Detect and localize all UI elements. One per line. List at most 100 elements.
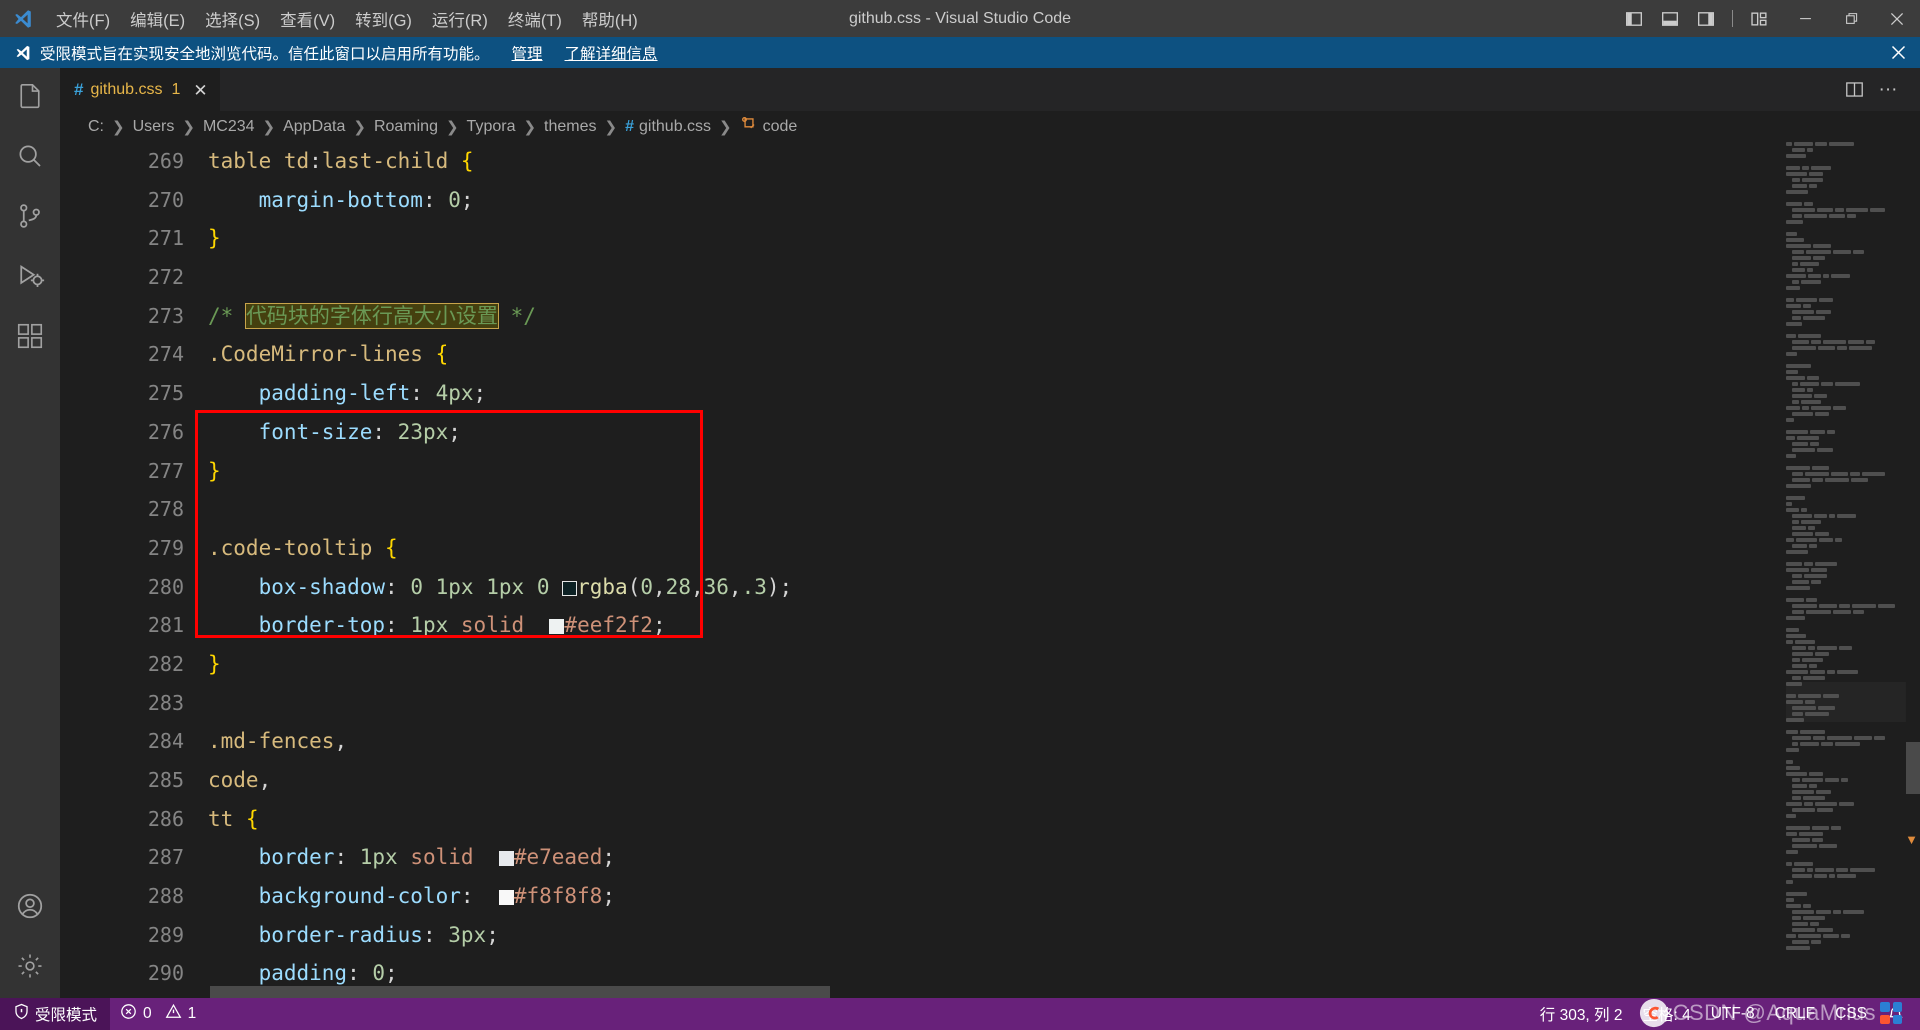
activitybar-item-run-and-debug[interactable]: [0, 248, 60, 308]
banner-manage-link[interactable]: 管理: [512, 42, 543, 64]
activitybar-item-search[interactable]: [0, 128, 60, 188]
toggle-panel-icon[interactable]: [1653, 2, 1687, 36]
status-restricted-mode[interactable]: 受限模式: [0, 998, 111, 1030]
color-swatch: [549, 619, 565, 635]
banner-close-icon[interactable]: [1891, 45, 1906, 60]
code-editor[interactable]: 269 table td:last-child { 270 margin-bot…: [60, 142, 1920, 998]
code-line: 274 .CodeMirror-lines {: [60, 335, 1920, 374]
overview-ruler-marker: ▼: [1905, 832, 1918, 847]
code-line: 282 }: [60, 645, 1920, 684]
breadcrumb-item-roaming[interactable]: Roaming: [373, 118, 439, 136]
minimap-slider[interactable]: [1786, 682, 1906, 722]
breadcrumb-separator: ❯: [353, 118, 366, 136]
horizontal-scrollbar-thumb[interactable]: [210, 986, 830, 998]
line-content: margin-bottom: 0;: [258, 187, 474, 212]
breadcrumb-item-symbol-code[interactable]: code: [739, 115, 799, 138]
breadcrumb-item-typora[interactable]: Typora: [466, 118, 517, 136]
status-encoding[interactable]: UTF-8: [1701, 998, 1765, 1030]
breadcrumb-separator: ❯: [523, 118, 537, 136]
breadcrumb-separator: ❯: [445, 118, 459, 136]
code-line: 275 padding-left: 4px;: [60, 374, 1920, 413]
menu-terminal[interactable]: 终端(T): [498, 0, 572, 37]
editor-vertical-scrollbar[interactable]: ▼: [1905, 142, 1920, 998]
editor-more-actions-icon[interactable]: ···: [1874, 76, 1902, 104]
workbench-body: # github.css 1 ✕ ··· C: ❯ Users ❯ MC234 …: [0, 68, 1920, 998]
files-icon: [15, 81, 45, 116]
menu-selection[interactable]: 选择(S): [195, 0, 270, 37]
editor-minimap[interactable]: [1786, 142, 1906, 998]
vertical-scrollbar-thumb[interactable]: [1906, 742, 1920, 794]
tab-github-css[interactable]: # github.css 1 ✕: [60, 68, 220, 111]
code-line: 287 border: 1px solid #e7eaed;: [60, 838, 1920, 877]
activitybar-item-extensions[interactable]: [0, 308, 60, 368]
breadcrumb-item-themes[interactable]: themes: [543, 118, 597, 136]
banner-learn-more-link[interactable]: 了解详细信息: [565, 42, 658, 64]
line-number: 286: [147, 806, 184, 831]
css-file-icon: #: [625, 117, 634, 135]
toggle-secondary-sidebar-icon[interactable]: [1689, 2, 1723, 36]
editor-horizontal-scrollbar[interactable]: [60, 986, 1906, 998]
code-line: 279 .code-tooltip {: [60, 529, 1920, 568]
banner-message: 受限模式旨在实现安全地浏览代码。信任此窗口以启用所有功能。: [40, 45, 490, 63]
breadcrumb-item-c[interactable]: C:: [87, 118, 105, 136]
activitybar-item-source-control[interactable]: [0, 188, 60, 248]
line-content: /* 代码块的字体行高大小设置 */: [208, 302, 536, 329]
breadcrumb-item-users[interactable]: Users: [132, 118, 176, 136]
code-line: 273 /* 代码块的字体行高大小设置 */: [60, 297, 1920, 336]
status-line-column[interactable]: 行 303, 列 2: [1530, 998, 1633, 1030]
code-line: 269 table td:last-child {: [60, 142, 1920, 181]
status-eol[interactable]: CRLF: [1765, 998, 1825, 1030]
breadcrumb-file-label: github.css: [639, 117, 712, 135]
menu-view[interactable]: 查看(V): [270, 0, 345, 37]
minimize-button[interactable]: [1782, 0, 1828, 37]
code-line: 288 background-color: #f8f8f8;: [60, 877, 1920, 916]
breadcrumb-item-appdata[interactable]: AppData: [282, 118, 346, 136]
code-line: 289 border-radius: 3px;: [60, 916, 1920, 955]
line-content: tt {: [208, 806, 259, 831]
color-swatch: [498, 890, 514, 906]
code-line: 272: [60, 258, 1920, 297]
menu-file[interactable]: 文件(F): [46, 0, 120, 37]
line-content: box-shadow: 0 1px 1px 0 rgba(0,28,36,.3)…: [258, 574, 793, 599]
minimap-lines: [1786, 142, 1906, 950]
color-swatch: [562, 580, 578, 596]
line-number: 281: [147, 613, 184, 638]
line-content: }: [208, 226, 221, 251]
line-number: 278: [147, 497, 184, 522]
breadcrumb-item-mc234[interactable]: MC234: [202, 118, 256, 136]
status-problems[interactable]: 0 1: [110, 998, 206, 1030]
breadcrumb-item-github-css[interactable]: # github.css: [624, 118, 712, 136]
toggle-primary-sidebar-icon[interactable]: [1617, 2, 1651, 36]
activitybar-item-explorer[interactable]: [0, 68, 60, 128]
vscode-logo-icon: [0, 8, 46, 30]
source-control-icon: [15, 201, 45, 236]
code-line: 270 margin-bottom: 0;: [60, 181, 1920, 220]
line-number: 276: [147, 419, 184, 444]
status-language-mode[interactable]: CSS: [1825, 998, 1877, 1030]
activitybar-item-settings[interactable]: [0, 938, 60, 998]
line-content: padding-left: 4px;: [258, 381, 487, 406]
titlebar-divider: [1732, 10, 1733, 27]
line-number: 282: [147, 651, 184, 676]
line-number: 279: [147, 535, 184, 560]
error-count: 0: [143, 1005, 152, 1022]
menu-run[interactable]: 运行(R): [422, 0, 498, 37]
code-line: 284 .md-fences,: [60, 722, 1920, 761]
menu-edit[interactable]: 编辑(E): [120, 0, 195, 37]
maximize-restore-button[interactable]: [1828, 0, 1874, 37]
status-notifications-bell-icon[interactable]: [1877, 998, 1914, 1030]
status-indentation[interactable]: 空格: 4: [1632, 998, 1700, 1030]
tab-close-icon[interactable]: ✕: [193, 82, 207, 99]
find-match-highlight: 代码块的字体行高大小设置: [244, 302, 499, 329]
split-editor-icon[interactable]: [1840, 76, 1868, 104]
warning-count: 1: [187, 1005, 197, 1022]
customize-layout-icon[interactable]: [1742, 2, 1776, 36]
breadcrumb-separator: ❯: [262, 118, 276, 136]
close-button[interactable]: [1874, 0, 1920, 37]
menu-help[interactable]: 帮助(H): [572, 0, 648, 37]
line-number: 285: [147, 768, 184, 792]
breadcrumb-separator: ❯: [112, 118, 125, 136]
line-content: table td:last-child {: [208, 149, 474, 173]
activitybar-item-accounts[interactable]: [0, 878, 60, 938]
menu-go[interactable]: 转到(G): [345, 0, 422, 37]
